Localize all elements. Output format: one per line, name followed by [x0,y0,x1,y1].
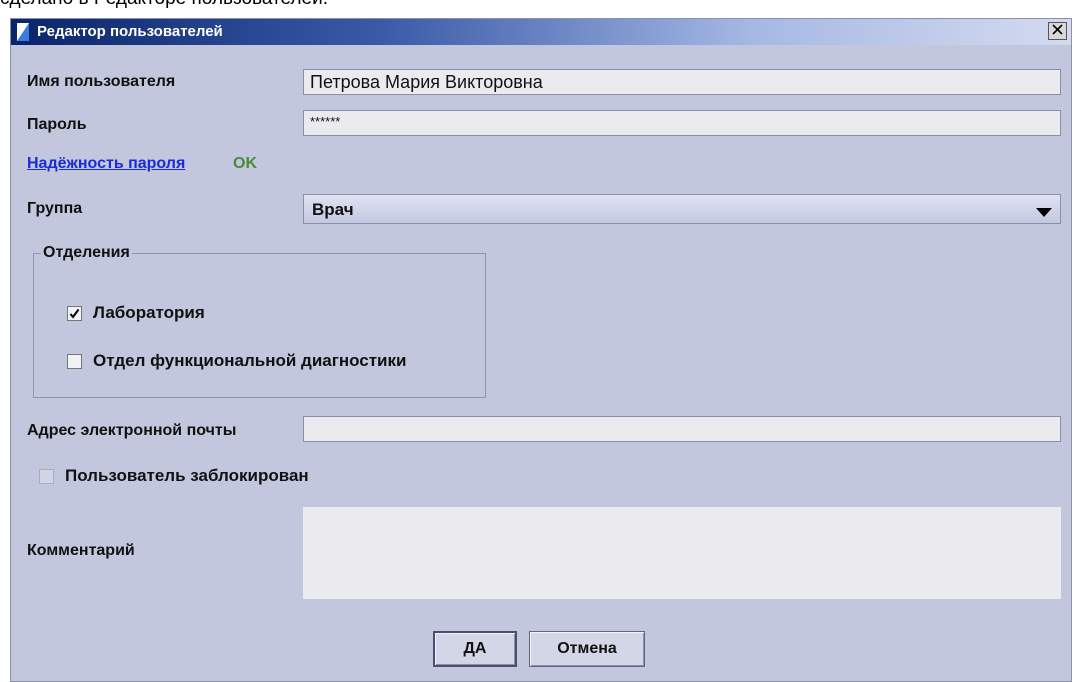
user-editor-dialog: Редактор пользователей Имя пользователя … [10,18,1072,682]
username-label: Имя пользователя [27,73,176,90]
comment-label: Комментарий [27,542,135,559]
page-caption: сделано в Редакторе пользователей. [0,0,328,10]
departments-legend: Отделения [41,244,132,262]
close-button[interactable] [1048,22,1067,40]
checkmark-icon [69,308,80,319]
group-label: Группа [27,200,83,217]
cancel-button[interactable]: Отмена [529,631,645,667]
email-label: Адрес электронной почты [27,422,237,439]
email-field[interactable] [303,416,1061,442]
triangle-down-icon [1036,205,1052,223]
password-field[interactable]: ****** [303,110,1061,136]
window-title: Редактор пользователей [37,23,223,40]
blocked-checkbox[interactable] [39,469,54,484]
department-label-functional-diagnostics[interactable]: Отдел функциональной диагностики [93,351,406,371]
window-app-icon [17,23,29,41]
title-bar[interactable]: Редактор пользователей [11,19,1071,45]
group-selected-value: Врач [312,200,354,219]
password-strength-link[interactable]: Надёжность пароля [27,155,185,173]
username-field[interactable]: Петрова Мария Викторовна [303,69,1061,95]
ok-button[interactable]: ДА [433,631,517,667]
comment-textarea[interactable] [303,507,1061,599]
departments-group [33,253,486,398]
password-label: Пароль [27,116,87,133]
password-strength-status: OK [233,155,257,172]
blocked-label[interactable]: Пользователь заблокирован [65,466,309,486]
close-x-icon [1052,22,1063,40]
department-label-laboratory[interactable]: Лаборатория [93,303,205,323]
department-checkbox-functional-diagnostics[interactable] [67,354,82,369]
department-checkbox-laboratory[interactable] [67,306,82,321]
group-select[interactable]: Врач [303,194,1061,224]
